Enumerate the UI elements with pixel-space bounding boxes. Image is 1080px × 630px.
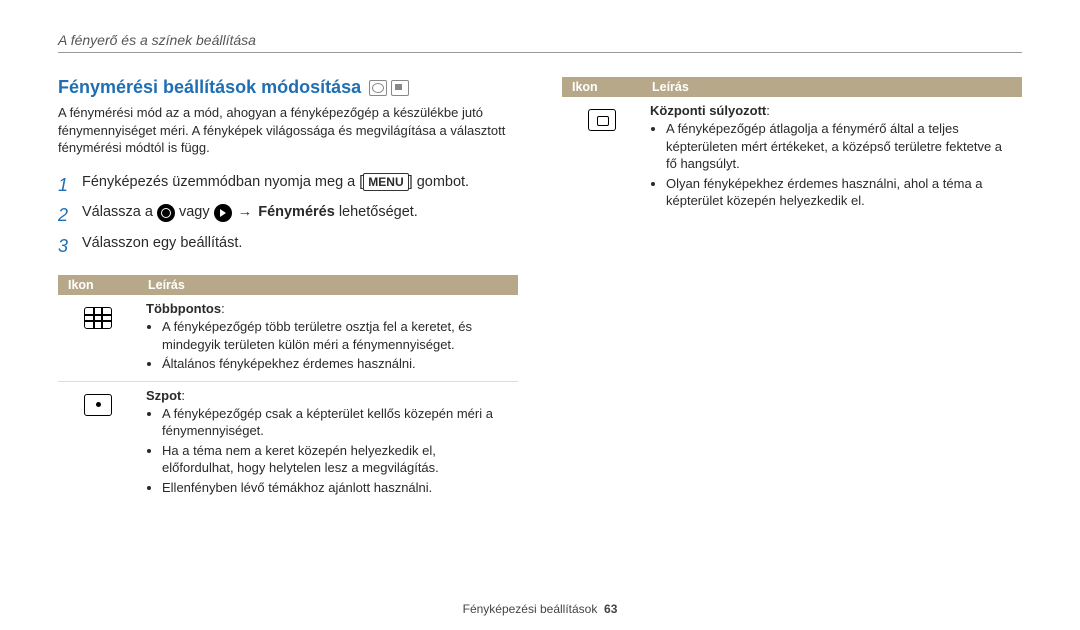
step-2: 2 Válassza a vagy → Fénymérés lehetősége… bbox=[58, 201, 518, 230]
row-title: Többpontos bbox=[146, 301, 221, 316]
mode-icons bbox=[369, 80, 409, 96]
footer-section-label: Fényképezési beállítások bbox=[463, 602, 598, 616]
video-mode-icon bbox=[391, 80, 409, 96]
right-column: Ikon Leírás Központi súlyozott:A fénykép… bbox=[562, 77, 1022, 504]
cell-icon bbox=[562, 97, 642, 218]
row-bullets: A fényképezőgép csak a képterület kellős… bbox=[146, 405, 510, 497]
video-icon bbox=[214, 204, 232, 222]
steps-list: 1 Fényképezés üzemmódban nyomja meg a [M… bbox=[58, 171, 518, 261]
two-column-layout: Fénymérési beállítások módosítása A fény… bbox=[58, 77, 1022, 504]
table-row: Szpot:A fényképezőgép csak a képterület … bbox=[58, 381, 518, 504]
row-bullets: A fényképezőgép átlagolja a fénymérő ált… bbox=[650, 120, 1014, 210]
row-title: Központi súlyozott bbox=[650, 103, 766, 118]
cell-icon bbox=[58, 381, 138, 504]
bullet: Ellenfényben lévő témákhoz ajánlott hasz… bbox=[162, 479, 510, 497]
row-title: Szpot bbox=[146, 388, 181, 403]
manual-page: A fényerő és a színek beállítása Fénymér… bbox=[0, 0, 1080, 630]
th-desc: Leírás bbox=[642, 77, 1022, 97]
section-heading-text: Fénymérési beállítások módosítása bbox=[58, 77, 361, 98]
step-text: Fényképezés üzemmódban nyomja meg a [MEN… bbox=[82, 171, 469, 200]
th-icon: Ikon bbox=[562, 77, 642, 97]
camera-icon bbox=[157, 204, 175, 222]
step-number: 3 bbox=[58, 232, 72, 261]
step-number: 2 bbox=[58, 201, 72, 230]
cell-icon bbox=[58, 295, 138, 381]
th-desc: Leírás bbox=[138, 275, 518, 295]
bullet: Ha a téma nem a keret közepén helyezkedi… bbox=[162, 442, 510, 477]
step-3: 3 Válasszon egy beállítást. bbox=[58, 232, 518, 261]
intro-paragraph: A fénymérési mód az a mód, ahogyan a fén… bbox=[58, 104, 518, 157]
step-text: Válassza a vagy → Fénymérés lehetőséget. bbox=[82, 201, 418, 230]
metering-table-right: Ikon Leírás Központi súlyozott:A fénykép… bbox=[562, 77, 1022, 218]
left-column: Fénymérési beállítások módosítása A fény… bbox=[58, 77, 518, 504]
cell-description: Szpot:A fényképezőgép csak a képterület … bbox=[138, 381, 518, 504]
tbody-left: Többpontos:A fényképezőgép több területr… bbox=[58, 295, 518, 504]
section-heading: Fénymérési beállítások módosítása bbox=[58, 77, 518, 98]
step-text: Válasszon egy beállítást. bbox=[82, 232, 242, 261]
multi-metering-icon bbox=[84, 307, 112, 329]
table-row: Központi súlyozott:A fényképezőgép átlag… bbox=[562, 97, 1022, 218]
bullet: A fényképezőgép átlagolja a fénymérő ált… bbox=[666, 120, 1014, 173]
bullet: Általános fényképekhez érdemes használni… bbox=[162, 355, 510, 373]
table-row: Többpontos:A fényképezőgép több területr… bbox=[58, 295, 518, 381]
page-number: 63 bbox=[604, 602, 617, 616]
tbody-right: Központi súlyozott:A fényképezőgép átlag… bbox=[562, 97, 1022, 218]
step-1: 1 Fényképezés üzemmódban nyomja meg a [M… bbox=[58, 171, 518, 200]
bullet: A fényképezőgép csak a képterület kellős… bbox=[162, 405, 510, 440]
row-bullets: A fényképezőgép több területre osztja fe… bbox=[146, 318, 510, 373]
header-rule bbox=[58, 52, 1022, 53]
running-head: A fényerő és a színek beállítása bbox=[58, 32, 1022, 48]
bullet: Olyan fényképekhez érdemes használni, ah… bbox=[666, 175, 1014, 210]
cell-description: Központi súlyozott:A fényképezőgép átlag… bbox=[642, 97, 1022, 218]
bullet: A fényképezőgép több területre osztja fe… bbox=[162, 318, 510, 353]
th-icon: Ikon bbox=[58, 275, 138, 295]
cell-description: Többpontos:A fényképezőgép több területr… bbox=[138, 295, 518, 381]
metering-table-left: Ikon Leírás Többpontos:A fényképezőgép t… bbox=[58, 275, 518, 504]
spot-metering-icon bbox=[84, 394, 112, 416]
page-footer: Fényképezési beállítások 63 bbox=[0, 602, 1080, 616]
photo-mode-icon bbox=[369, 80, 387, 96]
center-metering-icon bbox=[588, 109, 616, 131]
menu-button-chip: MENU bbox=[363, 173, 408, 192]
step-number: 1 bbox=[58, 171, 72, 200]
